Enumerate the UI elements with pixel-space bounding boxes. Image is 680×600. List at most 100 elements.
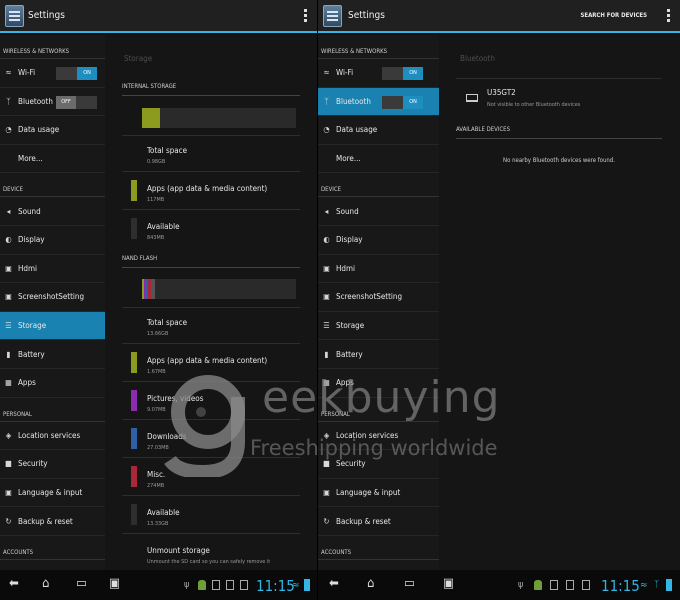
- storage-icon: ☰: [5, 321, 12, 331]
- overflow-menu-icon[interactable]: [304, 9, 307, 23]
- action-bar-title: Settings: [28, 10, 65, 21]
- nand-other-segment: [151, 279, 155, 299]
- hdmi-icon: ▣: [5, 263, 12, 273]
- settings-screen-bluetooth: Settings SEARCH FOR DEVICES WIRELESS & N…: [317, 0, 680, 600]
- sidebar-item-bluetooth[interactable]: ᛉ Bluetooth ON: [318, 87, 439, 117]
- pictures-value: 9.07MB: [147, 407, 166, 413]
- bluetooth-panel: Bluetooth U35GT2 Not visible to other Bl…: [439, 35, 680, 570]
- sidebar-item-display[interactable]: ◐ Display: [318, 226, 439, 255]
- apps-color-swatch: [131, 352, 137, 373]
- sidebar-item-apps[interactable]: ▦ Apps: [0, 369, 105, 398]
- sidebar-item-display[interactable]: ◐ Display: [0, 226, 105, 255]
- location-icon: ◈: [323, 430, 330, 440]
- sidebar-item-more[interactable]: More...: [318, 145, 439, 174]
- sidebar-item-label: Sound: [18, 206, 41, 216]
- bluetooth-toggle[interactable]: OFF: [56, 95, 97, 109]
- home-icon[interactable]: ⌂: [42, 577, 49, 591]
- sidebar-item-more[interactable]: More...: [0, 145, 105, 174]
- settings-app-icon[interactable]: [323, 5, 342, 27]
- screenshot-icon[interactable]: ▣: [109, 577, 120, 591]
- sidebar-item-label: Hdmi: [336, 263, 355, 273]
- battery-icon: [666, 579, 672, 591]
- available-color-swatch: [131, 218, 137, 239]
- brightness-icon: ◐: [323, 235, 330, 245]
- sidebar-item-wifi[interactable]: ≈ Wi-Fi ON: [318, 59, 439, 88]
- sd-card-icon: [240, 580, 248, 590]
- hdmi-icon: ▣: [323, 263, 330, 273]
- data-usage-icon: ◔: [5, 125, 12, 135]
- sidebar-item-apps[interactable]: ▦ Apps: [318, 369, 439, 398]
- sidebar-item-hdmi[interactable]: ▣ Hdmi: [318, 255, 439, 284]
- downloads-value: 27.03MB: [147, 445, 169, 451]
- battery-icon: ▮: [6, 349, 11, 359]
- sidebar-item-label: Language & input: [18, 488, 83, 498]
- unmount-description: Unmount the SD card so you can safely re…: [147, 559, 271, 565]
- nand-total-label: Total space: [147, 318, 188, 327]
- search-for-devices-button[interactable]: SEARCH FOR DEVICES: [581, 12, 647, 19]
- sidebar-item-battery[interactable]: ▮ Battery: [318, 340, 439, 369]
- sidebar-item-screenshot[interactable]: ▣ ScreenshotSetting: [318, 283, 439, 312]
- wifi-icon: ≈: [5, 68, 12, 78]
- bluetooth-icon: ᛉ: [6, 96, 11, 106]
- section-header-wireless: WIRELESS & NETWORKS: [318, 35, 439, 59]
- sidebar-item-bluetooth[interactable]: ᛉ Bluetooth OFF: [0, 88, 105, 117]
- usb-icon: ψ: [184, 580, 190, 590]
- sidebar-item-label: Backup & reset: [336, 516, 391, 526]
- back-icon[interactable]: ⬅: [9, 577, 19, 591]
- sidebar-item-security[interactable]: ■ Security: [0, 450, 105, 479]
- sidebar-item-security[interactable]: ■ Security: [318, 450, 439, 479]
- usb-icon: ψ: [518, 580, 524, 590]
- sidebar-item-storage[interactable]: ☰ Storage: [0, 311, 105, 341]
- available-color-swatch: [131, 504, 137, 525]
- sidebar-item-wifi[interactable]: ≈ Wi-Fi ON: [0, 59, 105, 88]
- sidebar-item-label: Sound: [336, 206, 359, 216]
- sidebar-item-backup[interactable]: ↻ Backup & reset: [0, 507, 105, 536]
- recent-apps-icon[interactable]: ▭: [76, 577, 87, 591]
- wifi-toggle[interactable]: ON: [382, 67, 423, 80]
- home-icon[interactable]: ⌂: [367, 577, 374, 591]
- sidebar-item-label: ScreenshotSetting: [336, 292, 403, 302]
- sidebar-item-label: Wi-Fi: [18, 68, 36, 78]
- overflow-menu-icon[interactable]: [667, 9, 670, 23]
- location-icon: ◈: [5, 430, 12, 440]
- sidebar-item-backup[interactable]: ↻ Backup & reset: [318, 507, 439, 536]
- speaker-icon: ◂: [324, 206, 329, 216]
- toggle-label: ON: [403, 67, 423, 80]
- sidebar-item-data-usage[interactable]: ◔ Data usage: [0, 116, 105, 145]
- section-header-device: DEVICE: [0, 173, 105, 198]
- android-debug-icon: [198, 580, 206, 590]
- sd-card-icon: [550, 580, 558, 590]
- internal-available-label: Available: [147, 222, 180, 231]
- section-header-accounts: ACCOUNTS: [0, 536, 105, 560]
- sidebar-item-location[interactable]: ◈ Location services: [318, 422, 439, 451]
- screenshot-icon[interactable]: ▣: [443, 577, 454, 591]
- sidebar-item-storage[interactable]: ☰ Storage: [318, 312, 439, 341]
- sidebar-item-label: Bluetooth: [18, 96, 53, 106]
- sidebar-item-sound[interactable]: ◂ Sound: [318, 197, 439, 226]
- recent-apps-icon[interactable]: ▭: [404, 577, 415, 591]
- android-debug-icon: [534, 580, 542, 590]
- apps-icon: ▦: [323, 378, 330, 388]
- wifi-toggle[interactable]: ON: [56, 67, 97, 80]
- settings-app-icon[interactable]: [5, 5, 24, 27]
- sidebar-item-location[interactable]: ◈ Location services: [0, 422, 105, 451]
- panel-title: Storage: [124, 54, 153, 63]
- sidebar-item-label: Battery: [336, 349, 363, 359]
- sidebar-item-battery[interactable]: ▮ Battery: [0, 340, 105, 369]
- device-name: U35GT2: [487, 88, 516, 97]
- nand-total-value: 13.66GB: [147, 331, 169, 337]
- sidebar-item-screenshot[interactable]: ▣ ScreenshotSetting: [0, 283, 105, 312]
- action-bar: Settings: [0, 0, 317, 33]
- data-usage-icon: ◔: [323, 125, 330, 135]
- sidebar-item-language[interactable]: ▣ Language & input: [0, 479, 105, 508]
- apps-color-swatch: [131, 180, 137, 201]
- back-icon[interactable]: ⬅: [329, 577, 339, 591]
- backup-icon: ↻: [323, 516, 330, 526]
- sidebar-item-hdmi[interactable]: ▣ Hdmi: [0, 255, 105, 284]
- sidebar-item-language[interactable]: ▣ Language & input: [318, 479, 439, 508]
- sidebar-item-sound[interactable]: ◂ Sound: [0, 197, 105, 226]
- sidebar-item-data-usage[interactable]: ◔ Data usage: [318, 116, 439, 145]
- bluetooth-toggle[interactable]: ON: [382, 95, 423, 109]
- bluetooth-icon: ᛉ: [324, 96, 329, 106]
- sidebar-item-label: Apps: [336, 378, 354, 388]
